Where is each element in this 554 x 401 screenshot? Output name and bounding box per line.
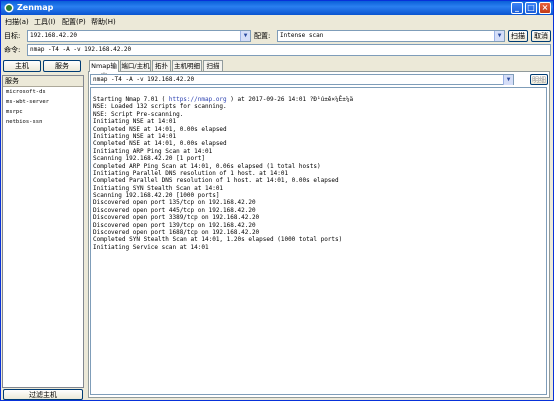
menu-bar: 扫描(a) 工具(I) 配置(P) 帮助(H) [1, 15, 553, 27]
tab-topology[interactable]: 拓扑 [152, 60, 171, 71]
services-list: 服务 microsoft-ds ms-wbt-server msrpc netb… [2, 75, 84, 388]
output-line: Initiating SYN Stealth Scan at 14:01 [93, 184, 224, 192]
zenmap-window: Zenmap _ □ × 扫描(a) 工具(I) 配置(P) 帮助(H) 目标:… [0, 0, 554, 401]
close-icon[interactable]: × [539, 2, 551, 14]
target-label: 目标: [4, 32, 21, 40]
output-line: Completed SYN Stealth Scan at 14:01, 1.2… [93, 236, 343, 244]
output-line: Scanning 192.168.42.20 [1 port] [93, 155, 205, 163]
maximize-icon[interactable]: □ [525, 2, 537, 14]
tab-scans[interactable]: 扫描 [203, 60, 223, 71]
profile-select[interactable]: Intense scan ▼ [277, 30, 505, 42]
chevron-down-icon[interactable]: ▼ [503, 75, 513, 85]
output-line: Starting Nmap 7.01 ( https://nmap.org ) … [93, 96, 354, 103]
target-input[interactable]: 192.168.42.20 ▼ [27, 30, 251, 42]
nmap-link[interactable]: https://nmap.org [169, 96, 227, 103]
tab-ports-hosts[interactable]: 端口/主机 [120, 60, 151, 71]
output-line: Completed ARP Ping Scan at 14:01, 0.06s … [93, 162, 321, 170]
services-button[interactable]: 服务 [43, 60, 81, 72]
output-line: Initiating NSE at 14:01 [93, 132, 177, 140]
output-line: Scanning 192.168.42.20 [1000 ports] [93, 192, 220, 200]
chevron-down-icon[interactable]: ▼ [494, 31, 504, 41]
title-bar: Zenmap _ □ × [1, 1, 553, 15]
menu-help[interactable]: 帮助(H) [91, 17, 116, 27]
tab-host-details[interactable]: 主机明细 [172, 60, 202, 71]
zenmap-logo-icon [4, 3, 14, 13]
output-line: Initiating NSE at 14:01 [93, 118, 177, 126]
output-line: Initiating Parallel DNS resolution of 1 … [93, 169, 289, 177]
output-line: Initiating ARP Ping Scan at 14:01 [93, 147, 213, 155]
list-item[interactable]: ms-wbt-server [3, 97, 83, 107]
tab-nmap-output[interactable]: Nmap输出 [89, 60, 119, 80]
output-line: NSE: Loaded 132 scripts for scanning. [93, 103, 227, 111]
window-title: Zenmap [17, 3, 54, 12]
services-header[interactable]: 服务 [3, 76, 83, 87]
output-line: Discovered open port 3389/tcp on 192.168… [93, 214, 260, 222]
output-line: Completed NSE at 14:01, 0.00s elapsed [93, 125, 227, 133]
output-line: Initiating Service scan at 14:01 [93, 243, 209, 251]
minimize-icon[interactable]: _ [511, 2, 523, 14]
hosts-button[interactable]: 主机 [3, 60, 41, 72]
menu-scan[interactable]: 扫描(a) [5, 17, 29, 27]
target-value: 192.168.42.20 [30, 32, 77, 39]
output-command-select[interactable]: nmap -T4 -A -v 192.168.42.20 ▼ [90, 74, 514, 85]
cancel-button[interactable]: 取消 [531, 30, 551, 42]
profile-value: Intense scan [280, 32, 324, 39]
output-line: Discovered open port 1688/tcp on 192.168… [93, 229, 260, 237]
chevron-down-icon[interactable]: ▼ [240, 31, 250, 41]
list-item[interactable]: netbios-ssn [3, 117, 83, 127]
menu-tools[interactable]: 工具(I) [34, 17, 56, 27]
output-line: Discovered open port 139/tcp on 192.168.… [93, 221, 256, 229]
output-line: Discovered open port 135/tcp on 192.168.… [93, 199, 256, 207]
profile-label: 配置: [254, 32, 271, 40]
details-button[interactable]: 明细 [530, 74, 548, 85]
menu-profile[interactable]: 配置(P) [62, 17, 86, 27]
list-item[interactable]: msrpc [3, 107, 83, 117]
command-label: 命令: [4, 46, 21, 54]
command-input[interactable]: nmap -T4 -A -v 192.168.42.20 [27, 44, 551, 56]
scan-button[interactable]: 扫描 [508, 30, 528, 42]
output-select-value: nmap -T4 -A -v 192.168.42.20 [93, 76, 195, 83]
output-line: NSE: Script Pre-scanning. [93, 110, 184, 118]
nmap-output-text[interactable]: Starting Nmap 7.01 ( https://nmap.org ) … [90, 87, 547, 395]
output-line: Completed Parallel DNS resolution of 1 h… [93, 177, 339, 185]
list-item[interactable]: microsoft-ds [3, 87, 83, 97]
output-line: Discovered open port 445/tcp on 192.168.… [93, 206, 256, 214]
filter-hosts-button[interactable]: 过滤主机 [3, 389, 83, 400]
output-line: Completed NSE at 14:01, 0.00s elapsed [93, 140, 227, 148]
